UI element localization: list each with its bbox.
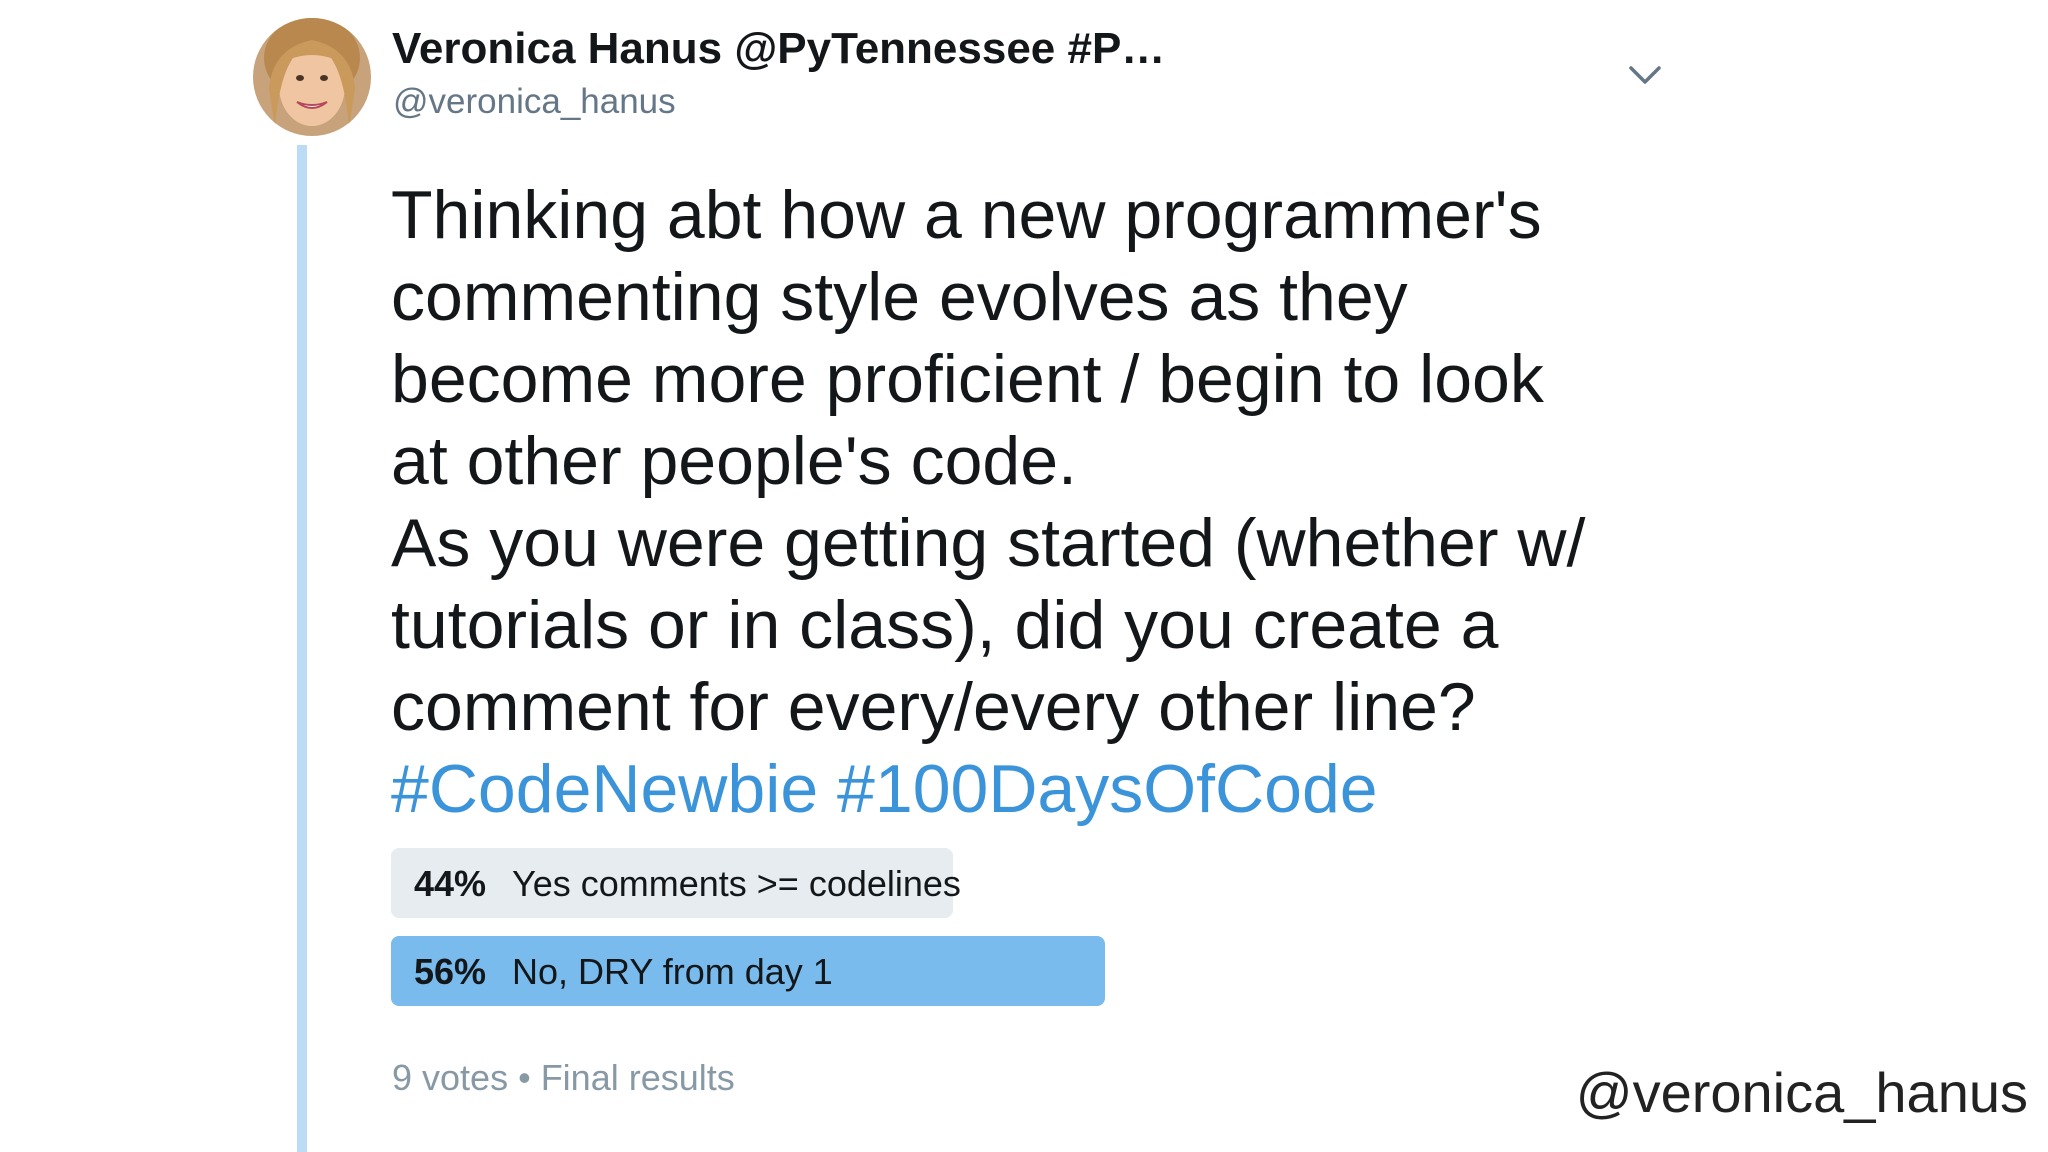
- poll-meta: 9 votes • Final results: [392, 1057, 735, 1099]
- tweet-text-line: at other people's code.: [391, 423, 1077, 499]
- profile-photo: [253, 18, 371, 136]
- poll-choice-yes: 44% Yes comments >= codelines: [391, 848, 961, 918]
- poll-status: Final results: [540, 1057, 735, 1098]
- tweet: Veronica Hanus @PyTennessee #P… @veronic…: [0, 0, 2048, 1152]
- user-handle[interactable]: @veronica_hanus: [393, 82, 676, 122]
- tweet-text-line: commenting style evolves as they: [391, 259, 1408, 335]
- display-name[interactable]: Veronica Hanus @PyTennessee #P…: [392, 24, 1165, 74]
- poll-percent: 56%: [414, 951, 487, 992]
- poll-percent: 44%: [414, 863, 487, 904]
- poll-label: Yes comments >= codelines: [512, 863, 961, 904]
- tweet-text-line: Thinking abt how a new programmer's: [391, 177, 1542, 253]
- watermark: @veronica_hanus: [1575, 1061, 2028, 1124]
- poll-label: No, DRY from day 1: [512, 951, 833, 992]
- chevron-down-icon[interactable]: [1628, 64, 1662, 86]
- tweet-text-line: As you were getting started (whether w/: [391, 505, 1586, 581]
- tweet-text: Thinking abt how a new programmer's comm…: [391, 174, 1691, 830]
- poll-choice-no: 56% No, DRY from day 1: [391, 936, 1105, 1006]
- tweet-text-line: become more proficient / begin to look: [391, 341, 1544, 417]
- vote-count: 9 votes: [392, 1057, 509, 1098]
- separator-dot: •: [518, 1057, 531, 1098]
- hashtag-links[interactable]: #CodeNewbie #100DaysOfCode: [391, 748, 1691, 830]
- thread-line: [297, 145, 307, 1152]
- tweet-text-line: comment for every/every other line?: [391, 669, 1476, 745]
- tweet-text-line: tutorials or in class), did you create a: [391, 587, 1499, 663]
- avatar[interactable]: [253, 18, 371, 136]
